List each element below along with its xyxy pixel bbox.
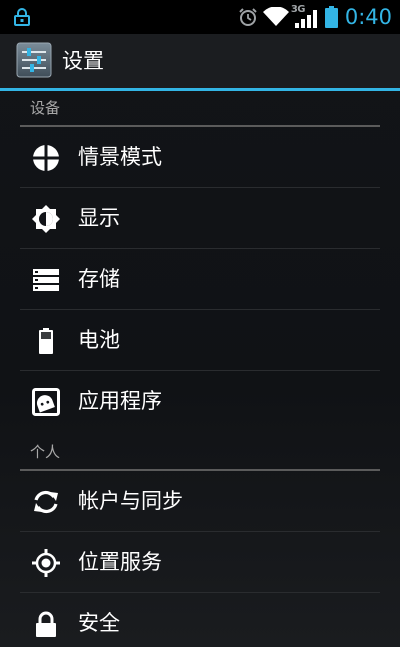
display-icon [32, 205, 60, 233]
status-bar: 3G 0:40 [0, 0, 400, 34]
list-item-label: 存储 [78, 267, 120, 291]
clock: 0:40 [344, 5, 392, 29]
list-item-audio-profiles[interactable]: 情景模式 [20, 127, 380, 188]
list-item-battery[interactable]: 电池 [20, 310, 380, 371]
wifi-icon [262, 7, 289, 26]
audio-profiles-icon [32, 144, 60, 172]
list-item-storage[interactable]: 存储 [20, 249, 380, 310]
section-header-label: 设备 [30, 99, 61, 117]
apps-icon [32, 388, 60, 416]
network-type-label: 3G [290, 4, 306, 15]
list-item-label: 情景模式 [78, 145, 162, 169]
location-icon [32, 549, 60, 577]
settings-app-icon[interactable] [16, 42, 52, 78]
list-item-label: 电池 [78, 328, 120, 352]
list-item-label: 安全 [78, 611, 120, 635]
action-bar: 设置 [0, 34, 400, 88]
list-item-accounts-sync[interactable]: 帐户与同步 [20, 471, 380, 532]
section-header-personal: 个人 [20, 435, 380, 471]
sync-icon [32, 488, 60, 516]
list-item-security[interactable]: 安全 [20, 593, 380, 647]
battery-icon [32, 327, 60, 355]
list-item-label: 显示 [78, 206, 120, 230]
section-header-label: 个人 [30, 443, 61, 461]
list-item-display[interactable]: 显示 [20, 188, 380, 249]
section-header-device: 设备 [20, 91, 380, 127]
list-item-label: 应用程序 [78, 389, 162, 413]
settings-screen: 3G 0:40 设置 设备 情景模式 显示 存储 电池 应用程序 个人 帐户与同… [0, 0, 400, 647]
page-title: 设置 [62, 49, 104, 73]
notification-icon[interactable] [12, 7, 32, 27]
battery-icon [324, 6, 338, 28]
alarm-icon [239, 8, 257, 26]
list-item-apps[interactable]: 应用程序 [20, 371, 380, 432]
list-item-label: 帐户与同步 [78, 489, 183, 513]
list-item-location[interactable]: 位置服务 [20, 532, 380, 593]
status-icons: 3G 0:40 [238, 0, 392, 34]
storage-icon [32, 266, 60, 294]
list-item-label: 位置服务 [78, 550, 162, 574]
signal-icon: 3G [290, 4, 319, 29]
lock-icon [32, 610, 60, 638]
